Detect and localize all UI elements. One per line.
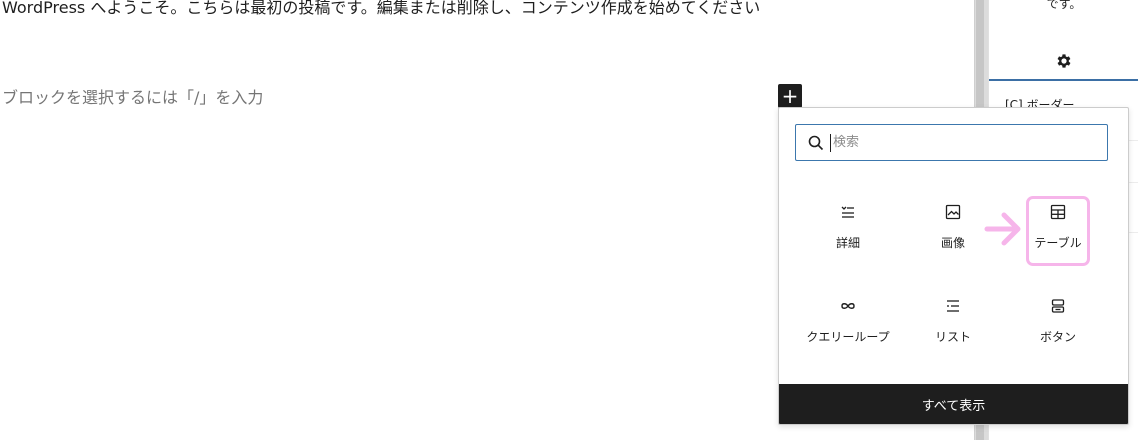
block-search[interactable] <box>795 124 1108 161</box>
block-item-buttons[interactable]: ボタン <box>1006 288 1110 356</box>
loop-icon <box>841 303 855 309</box>
block-item-label: 詳細 <box>835 236 860 250</box>
block-item-query-loop[interactable]: クエリーループ <box>796 288 900 356</box>
gear-icon <box>1057 53 1071 68</box>
block-inserter-popover: 詳細 画像 テーブル クエリーループ <box>778 107 1129 425</box>
block-item-label: テーブル <box>1034 236 1082 250</box>
post-paragraph[interactable]: WordPress へようこそ。こちらは最初の投稿です。編集または削除し、コンテ… <box>2 0 802 24</box>
block-item-details[interactable]: 詳細 <box>796 194 900 262</box>
search-icon <box>808 135 824 150</box>
details-icon <box>841 206 854 218</box>
annotation-arrow <box>984 212 1021 246</box>
show-all-button[interactable]: すべて表示 <box>779 384 1128 424</box>
table-icon <box>1050 204 1066 220</box>
block-placeholder[interactable]: ブロックを選択するには「/」を入力 <box>2 86 263 110</box>
block-inserter-toggle[interactable]: + <box>778 84 802 108</box>
block-item-list[interactable]: リスト <box>901 288 1005 356</box>
image-icon <box>945 204 961 220</box>
list-icon <box>947 300 959 312</box>
sidebar-note-text: です。 <box>1046 0 1082 11</box>
search-input[interactable] <box>830 133 1095 152</box>
plus-icon: + <box>781 84 799 108</box>
block-item-label: リスト <box>934 330 971 344</box>
block-item-label: クエリーループ <box>806 330 890 344</box>
sidebar-settings-tab[interactable] <box>989 42 1138 81</box>
block-item-label: ボタン <box>1039 330 1076 344</box>
buttons-icon <box>1051 299 1065 313</box>
block-item-label: 画像 <box>940 236 965 250</box>
